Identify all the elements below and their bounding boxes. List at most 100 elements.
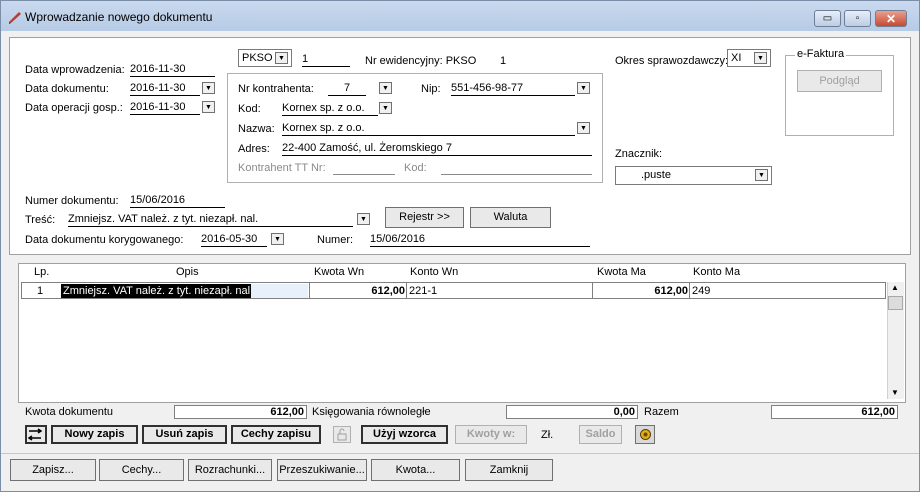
register-number[interactable]: 1	[302, 53, 350, 67]
op-date-field[interactable]: 2016-11-30	[130, 101, 200, 115]
efaktura-title: e-Faktura	[795, 48, 847, 60]
settlements-button[interactable]: Rozrachunki...	[188, 459, 272, 481]
delete-entry-button[interactable]: Usuń zapis	[142, 425, 227, 444]
maximize-button[interactable]: ▫	[844, 10, 871, 27]
title-bar: Wprowadzanie nowego dokumentu ▭ ▫ ✕	[1, 1, 919, 31]
doc-date-field[interactable]: 2016-11-30	[130, 82, 200, 96]
balance-button[interactable]: Saldo	[579, 425, 622, 444]
close-button[interactable]: ✕	[875, 10, 907, 27]
corrected-date-field[interactable]: 2016-05-30	[201, 233, 267, 247]
settings-button[interactable]	[635, 425, 655, 444]
header-opis: Opis	[176, 266, 199, 278]
tt-field[interactable]	[333, 161, 395, 175]
contractor-nr-label: Nr kontrahenta:	[238, 83, 314, 95]
period-select-value: XI	[731, 52, 742, 64]
amount-button[interactable]: Kwota...	[371, 459, 460, 481]
doc-date-dropdown-icon[interactable]: ▼	[202, 82, 215, 94]
register-dropdown-icon[interactable]: ▼	[275, 52, 288, 64]
header-kwota-wn: Kwota Wn	[314, 266, 365, 278]
close-icon: ✕	[885, 12, 897, 26]
grid-scrollbar[interactable]: ▲ ▼	[887, 282, 904, 399]
name-dropdown-icon[interactable]: ▼	[577, 122, 590, 134]
document-window: Wprowadzanie nowego dokumentu ▭ ▫ ✕ Data…	[0, 0, 920, 492]
save-button[interactable]: Zapisz...	[10, 459, 96, 481]
name-field[interactable]: Kornex sp. z o.o.	[282, 122, 575, 136]
parallel-amount-value: 0,00	[506, 405, 638, 419]
row-kwota-wn[interactable]: 612,00	[311, 284, 405, 298]
marker-select-value: .puste	[641, 169, 671, 181]
minimize-button[interactable]: ▭	[814, 10, 841, 27]
currency-button[interactable]: Waluta	[470, 207, 551, 228]
arrows-icon	[27, 428, 43, 441]
header-lp: Lp.	[34, 266, 50, 278]
lock-button[interactable]	[333, 426, 351, 443]
scroll-thumb[interactable]	[888, 296, 903, 310]
row-divider	[689, 283, 690, 298]
doc-date-label: Data dokumentu:	[25, 83, 109, 95]
features-button[interactable]: Cechy...	[99, 459, 184, 481]
header-konto-wn: Konto Wn	[410, 266, 459, 278]
numer-field[interactable]: 15/06/2016	[370, 233, 590, 247]
row-konto-wn[interactable]: 221-1	[409, 284, 437, 298]
corrected-date-label: Data dokumentu korygowanego:	[25, 234, 184, 246]
nip-label: Nip:	[421, 83, 441, 95]
lock-icon	[337, 428, 347, 441]
content-field[interactable]: Zmniejsz. VAT należ. z tyt. niezapł. nal…	[68, 213, 353, 227]
row-divider	[592, 283, 593, 298]
entry-date-label: Data wprowadzenia:	[25, 64, 125, 76]
register-button[interactable]: Rejestr >>	[385, 207, 464, 228]
tt-label: Kontrahent TT Nr:	[238, 162, 326, 174]
new-entry-button[interactable]: Nowy zapis	[51, 425, 138, 444]
doc-number-field[interactable]: 15/06/2016	[130, 194, 225, 208]
nip-field[interactable]: 551-456-98-77	[451, 82, 575, 96]
feather-pen-icon	[9, 12, 21, 24]
entry-features-button[interactable]: Cechy zapisu	[231, 425, 321, 444]
period-label: Okres sprawozdawczy:	[615, 55, 729, 67]
doc-amount-value: 612,00	[174, 405, 307, 419]
marker-label: Znacznik:	[615, 148, 663, 160]
period-dropdown-icon[interactable]: ▼	[754, 52, 767, 64]
tt-code-field[interactable]	[441, 161, 592, 175]
amounts-in-button[interactable]: Kwoty w:	[455, 425, 527, 444]
close-dialog-button[interactable]: Zamknij	[465, 459, 553, 481]
op-date-dropdown-icon[interactable]: ▼	[202, 101, 215, 113]
nip-dropdown-icon[interactable]: ▼	[577, 82, 590, 94]
row-kwota-ma[interactable]: 612,00	[594, 284, 688, 298]
code-dropdown-icon[interactable]: ▼	[379, 102, 392, 114]
tt-code-label: Kod:	[404, 162, 427, 174]
scroll-down-icon[interactable]: ▼	[891, 388, 899, 397]
row-konto-ma[interactable]: 249	[692, 284, 710, 298]
row-divider	[406, 283, 407, 298]
preview-button[interactable]: Podgląd	[797, 70, 882, 92]
register-select-value: PKSO	[242, 52, 273, 64]
content-dropdown-icon[interactable]: ▼	[357, 213, 370, 225]
maximize-icon: ▫	[855, 13, 860, 24]
total-label: Razem	[644, 406, 679, 418]
list-toggle-button[interactable]	[25, 425, 47, 444]
parallel-label: Księgowania równoległe	[312, 406, 431, 418]
entry-date-value: 2016-11-30	[130, 63, 215, 77]
header-konto-ma: Konto Ma	[693, 266, 741, 278]
numer-label: Numer:	[317, 234, 354, 246]
corrected-date-dropdown-icon[interactable]: ▼	[271, 233, 284, 245]
search-button[interactable]: Przeszukiwanie...	[277, 459, 367, 481]
evidence-label: Nr ewidencyjny: PKSO	[365, 55, 477, 67]
address-field[interactable]: 22-400 Zamość, ul. Żeromskiego 7	[282, 142, 592, 156]
row-lp: 1	[37, 285, 44, 297]
doc-amount-label: Kwota dokumentu	[25, 406, 114, 418]
use-template-button[interactable]: Użyj wzorca	[361, 425, 448, 444]
scroll-up-icon[interactable]: ▲	[891, 283, 899, 292]
window-title: Wprowadzanie nowego dokumentu	[25, 10, 213, 24]
row-opis[interactable]: Zmniejsz. VAT należ. z tyt. niezapł. nal…	[61, 284, 256, 298]
currency-label: Zł.	[541, 429, 554, 441]
op-date-label: Data operacji gosp.:	[25, 102, 123, 114]
efaktura-group	[785, 55, 894, 136]
contractor-nr-dropdown-icon[interactable]: ▼	[379, 82, 392, 94]
code-field[interactable]: Kornex sp. z o.o.	[282, 102, 378, 116]
total-amount-value: 612,00	[771, 405, 898, 419]
contractor-nr-field[interactable]: 7	[328, 82, 366, 96]
row-divider	[309, 283, 310, 298]
doc-number-label: Numer dokumentu:	[25, 195, 119, 207]
marker-select[interactable]: .puste	[615, 166, 772, 185]
marker-dropdown-icon[interactable]: ▼	[755, 169, 768, 181]
